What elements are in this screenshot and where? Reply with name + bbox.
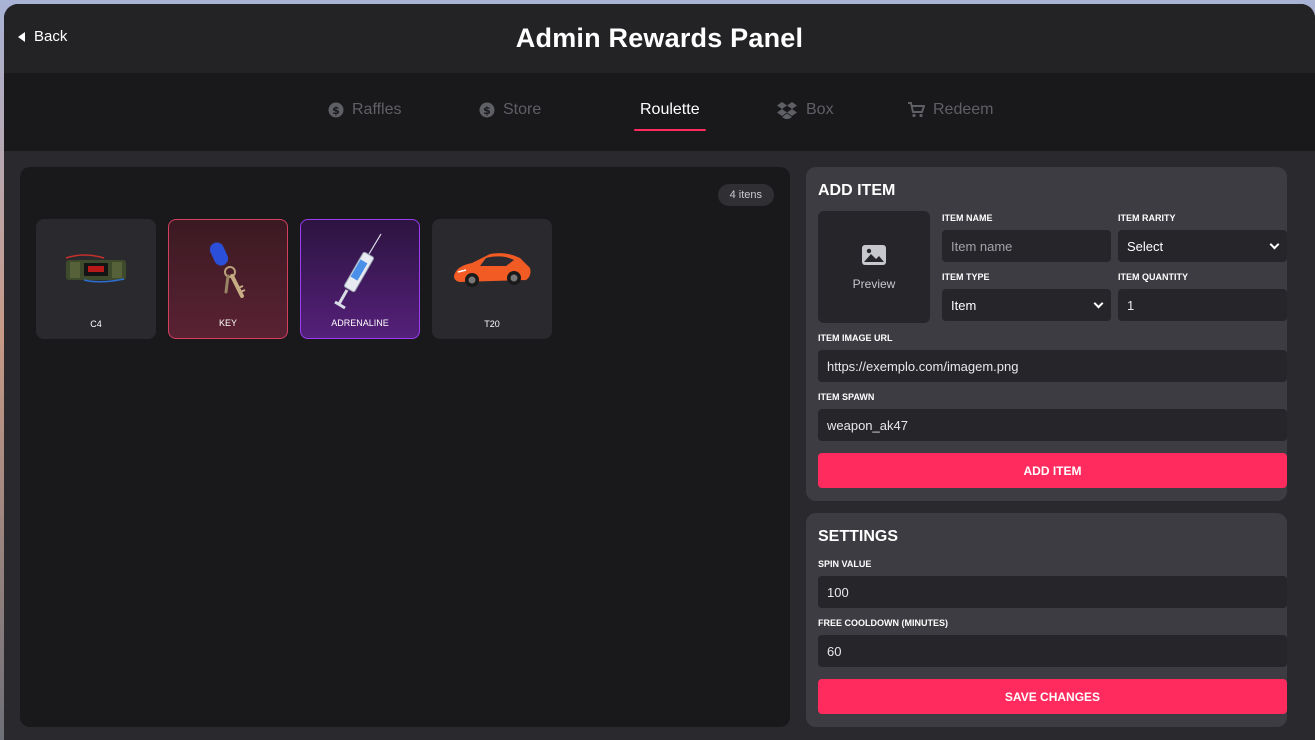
type-selected-value: Item bbox=[951, 297, 977, 313]
tab-label: Store bbox=[503, 101, 542, 118]
spin-value-label: SPIN VALUE bbox=[818, 559, 872, 569]
back-arrow-icon bbox=[18, 31, 25, 42]
back-button[interactable]: Back bbox=[18, 28, 67, 45]
back-label: Back bbox=[34, 28, 68, 45]
svg-text:$: $ bbox=[483, 104, 491, 117]
item-quantity-label: ITEM QUANTITY bbox=[1118, 272, 1188, 282]
add-item-button[interactable]: ADD ITEM bbox=[818, 453, 1287, 488]
tab-redeem[interactable]: Redeem bbox=[907, 101, 993, 119]
app-window: Back Admin Rewards Panel $ Raffles $ Sto… bbox=[4, 4, 1315, 740]
image-icon bbox=[861, 244, 887, 269]
save-changes-button[interactable]: SAVE CHANGES bbox=[818, 679, 1287, 714]
item-name-label: ITEM NAME bbox=[942, 213, 993, 223]
item-card-adrenaline[interactable]: ADRENALINE bbox=[300, 219, 420, 339]
tab-label: Raffles bbox=[352, 101, 402, 118]
settings-title: SETTINGS bbox=[818, 528, 899, 545]
items-count-badge: 4 itens bbox=[717, 184, 774, 206]
header: Back Admin Rewards Panel bbox=[4, 4, 1315, 73]
item-label: KEY bbox=[218, 318, 237, 328]
tab-raffles[interactable]: $ Raffles bbox=[328, 101, 402, 119]
tab-roulette[interactable]: Roulette bbox=[634, 101, 706, 131]
settings-panel: SETTINGS SPIN VALUE FREE COOLDOWN (MINUT… bbox=[806, 513, 1287, 727]
syringe-icon bbox=[301, 220, 421, 320]
preview-label: Preview bbox=[852, 276, 896, 291]
item-label: C4 bbox=[90, 319, 102, 329]
dollar-coin-icon: $ bbox=[479, 102, 495, 118]
image-preview: Preview bbox=[818, 211, 930, 323]
page-title: Admin Rewards Panel bbox=[515, 23, 804, 53]
dollar-coin-icon: $ bbox=[328, 102, 344, 118]
content-area: 4 itens C4 KEY ADRENALINE T20 ADD ITEM P… bbox=[4, 151, 1315, 740]
chevron-down-icon bbox=[1093, 298, 1104, 308]
item-card-t20[interactable]: T20 bbox=[432, 219, 552, 339]
item-type-select[interactable]: Item bbox=[942, 289, 1111, 321]
tab-store[interactable]: $ Store bbox=[479, 101, 541, 119]
free-cooldown-input[interactable] bbox=[818, 635, 1287, 667]
sports-car-icon bbox=[432, 219, 552, 319]
dropbox-icon bbox=[776, 102, 798, 119]
tab-bar: $ Raffles $ Store Roulette Box Redeem bbox=[4, 73, 1315, 151]
c4-explosive-icon bbox=[36, 219, 156, 319]
item-card-key[interactable]: KEY bbox=[168, 219, 288, 339]
item-card-c4[interactable]: C4 bbox=[36, 219, 156, 339]
active-tab-indicator bbox=[634, 129, 706, 131]
item-quantity-input[interactable] bbox=[1118, 289, 1287, 321]
item-label: T20 bbox=[484, 319, 500, 329]
item-name-input[interactable] bbox=[942, 230, 1111, 262]
add-item-panel: ADD ITEM Preview ITEM NAME ITEM RARITY S… bbox=[806, 167, 1287, 501]
items-grid-panel: 4 itens C4 KEY ADRENALINE T20 bbox=[20, 167, 790, 727]
item-spawn-input[interactable] bbox=[818, 409, 1287, 441]
chevron-down-icon bbox=[1269, 239, 1280, 249]
tab-label: Box bbox=[806, 101, 834, 118]
rarity-selected-value: Select bbox=[1127, 238, 1164, 254]
item-spawn-label: ITEM SPAWN bbox=[818, 392, 875, 402]
svg-text:$: $ bbox=[332, 104, 340, 117]
add-item-title: ADD ITEM bbox=[818, 182, 896, 199]
item-rarity-label: ITEM RARITY bbox=[1118, 213, 1176, 223]
spin-value-input[interactable] bbox=[818, 576, 1287, 608]
key-icon bbox=[169, 220, 289, 320]
free-cooldown-label: FREE COOLDOWN (MINUTES) bbox=[818, 618, 948, 628]
item-label: ADRENALINE bbox=[331, 318, 389, 328]
item-image-url-label: ITEM IMAGE URL bbox=[818, 333, 893, 343]
cart-icon bbox=[907, 102, 925, 118]
item-rarity-select[interactable]: Select bbox=[1118, 230, 1287, 262]
tab-box[interactable]: Box bbox=[776, 101, 834, 119]
item-type-label: ITEM TYPE bbox=[942, 272, 990, 282]
tab-label: Redeem bbox=[933, 101, 994, 118]
item-image-url-input[interactable] bbox=[818, 350, 1287, 382]
tab-label: Roulette bbox=[640, 101, 700, 118]
